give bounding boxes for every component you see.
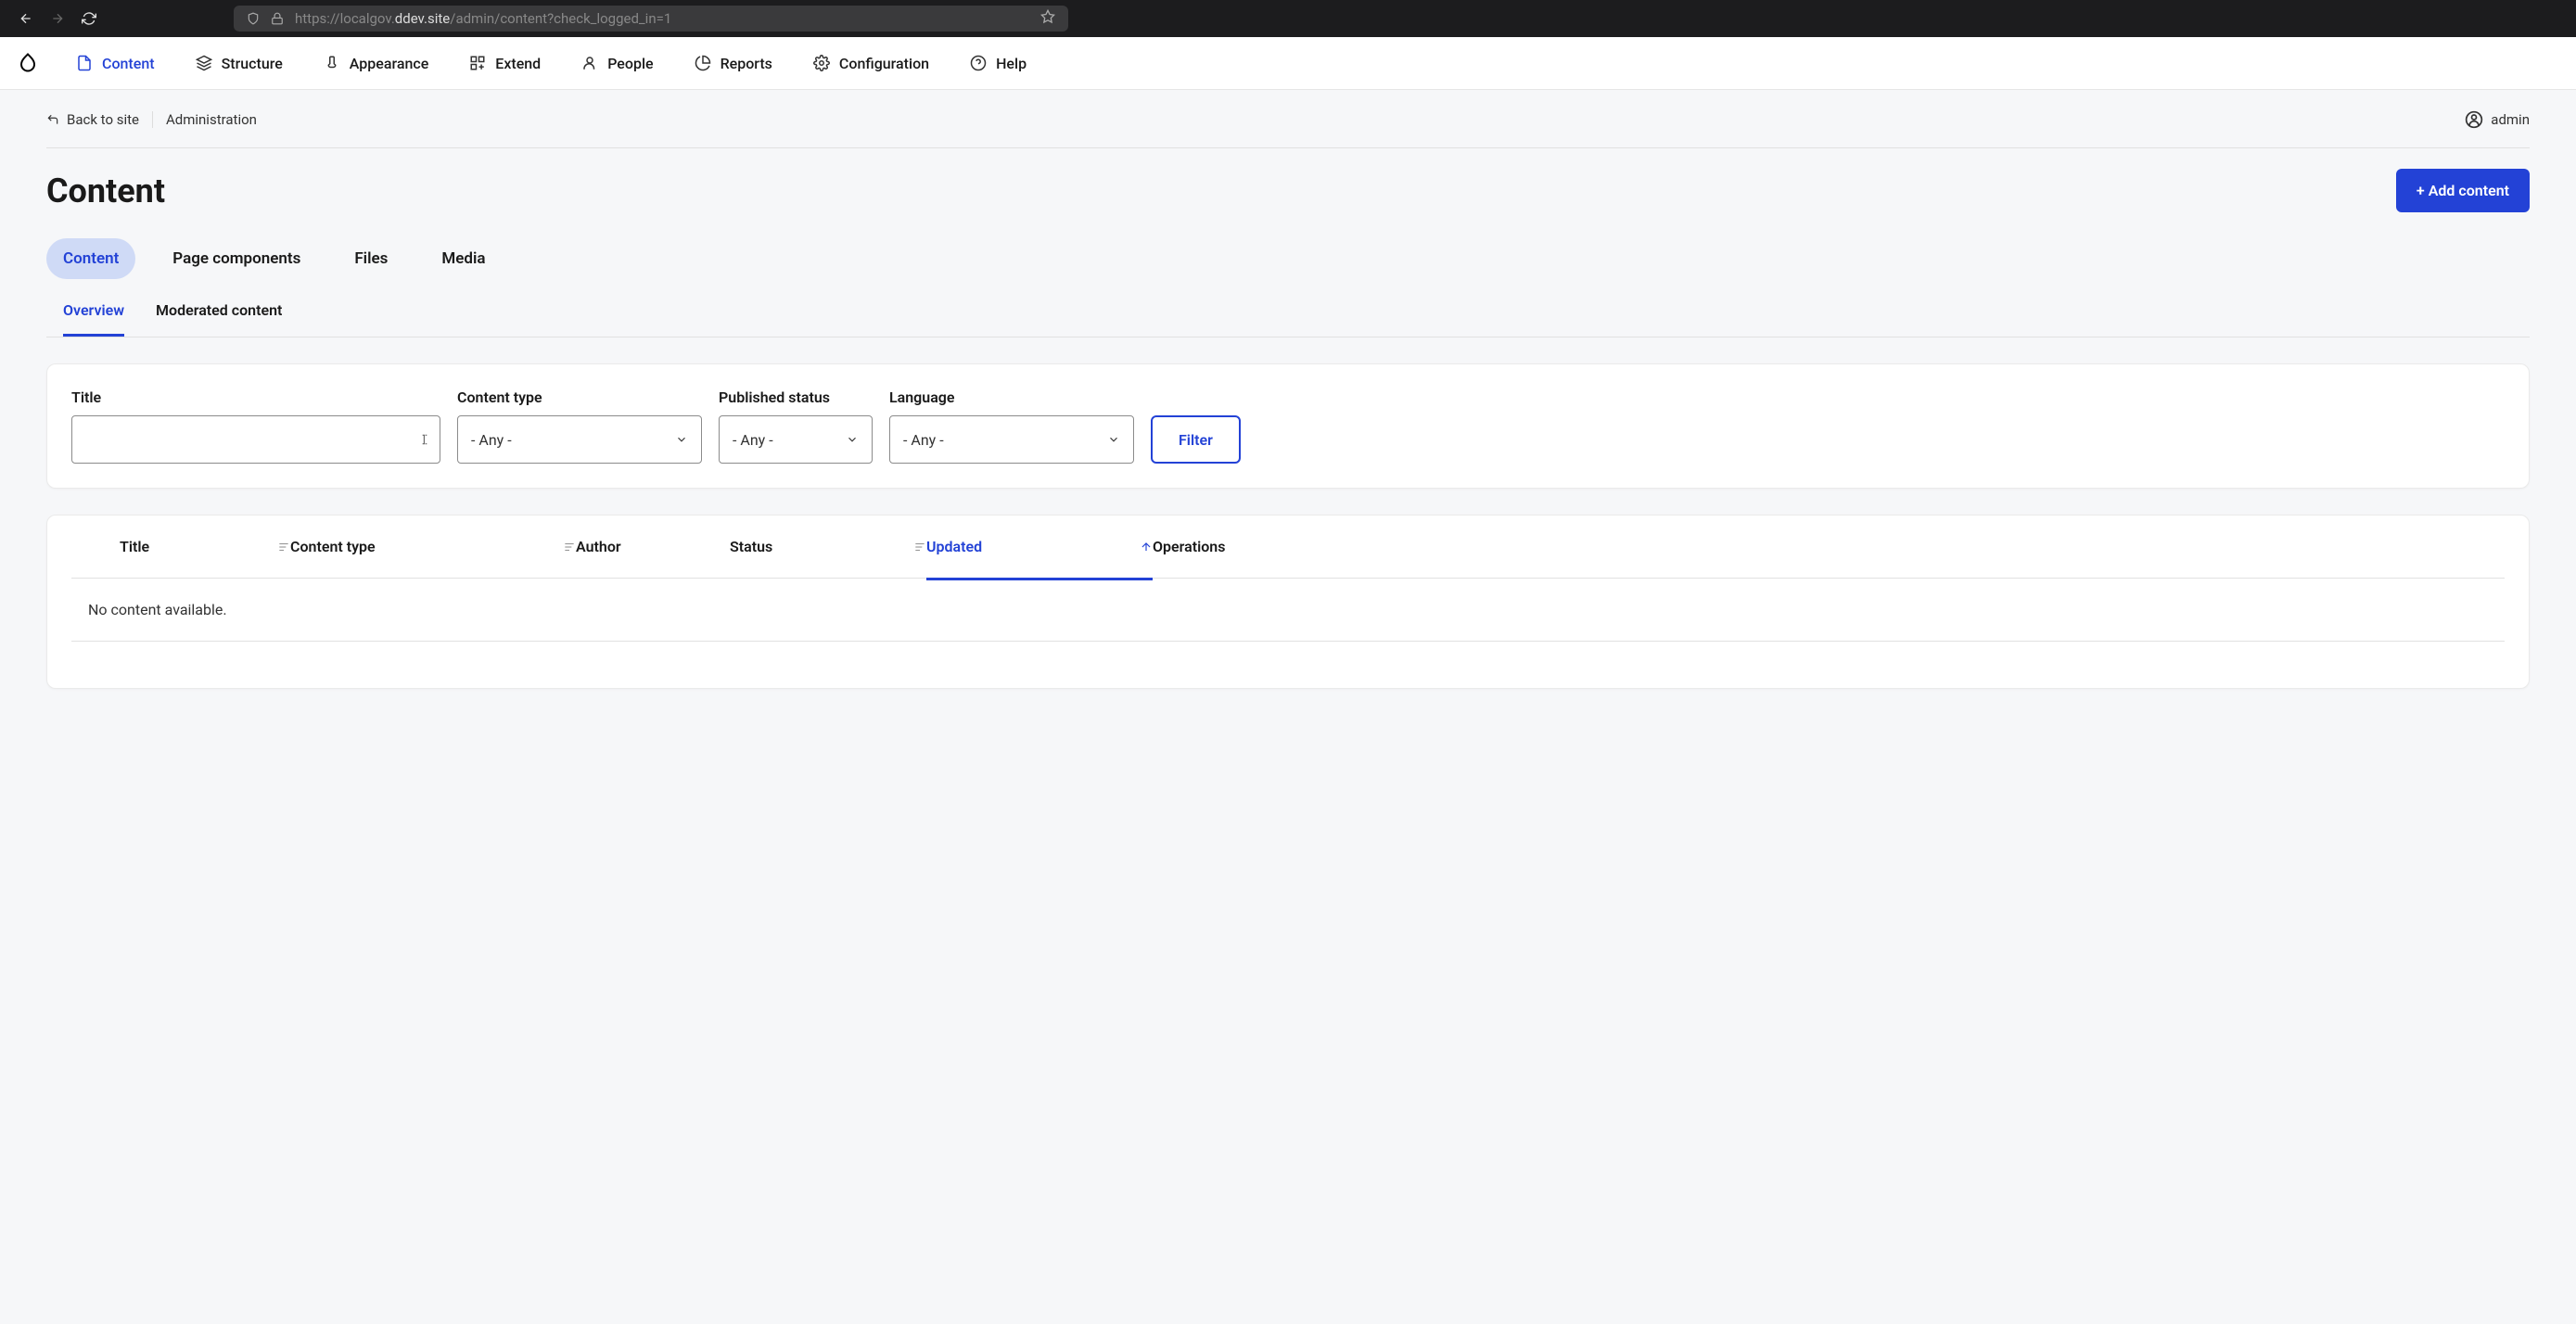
filter-card: Title Content type - Any - Published sta… (46, 363, 2530, 489)
nav-appearance-label: Appearance (350, 55, 428, 72)
sort-icon (913, 541, 926, 554)
filter-published-label: Published status (719, 388, 873, 406)
sort-icon (277, 541, 290, 554)
url-bar[interactable]: https://localgov.ddev.site/admin/content… (234, 6, 1068, 32)
tab-page-components[interactable]: Page components (156, 238, 317, 279)
lock-icon (271, 12, 284, 25)
grid-plus-icon (469, 55, 486, 71)
brush-icon (324, 55, 340, 71)
back-to-site-link[interactable]: Back to site (46, 111, 153, 128)
help-icon (970, 55, 987, 71)
page-title: Content (46, 172, 165, 210)
sort-icon (563, 541, 576, 554)
nav-configuration-label: Configuration (839, 55, 929, 72)
user-name: admin (2491, 111, 2530, 128)
filter-language-label: Language (889, 388, 1134, 406)
filter-published-value: - Any - (733, 431, 773, 449)
breadcrumb-admin[interactable]: Administration (166, 111, 257, 128)
nav-content-label: Content (102, 55, 155, 72)
file-icon (76, 55, 93, 71)
table-header-row: Title Content type Author Status Updated… (71, 516, 2505, 579)
tab-files[interactable]: Files (338, 238, 404, 279)
drupal-logo-icon[interactable] (17, 52, 39, 74)
secondary-tabs: Overview Moderated content (46, 279, 2530, 337)
filter-button[interactable]: Filter (1151, 415, 1241, 464)
chevron-down-icon (846, 433, 859, 446)
nav-extend[interactable]: Extend (469, 55, 541, 72)
chevron-down-icon (1107, 433, 1120, 446)
nav-appearance[interactable]: Appearance (324, 55, 428, 72)
filter-language-value: - Any - (903, 431, 944, 449)
filter-content-type-value: - Any - (471, 431, 512, 449)
nav-people-label: People (607, 55, 653, 72)
filter-language-select[interactable]: - Any - (889, 415, 1134, 464)
nav-configuration[interactable]: Configuration (813, 55, 929, 72)
browser-nav-buttons (19, 11, 96, 26)
nav-structure-label: Structure (222, 55, 283, 72)
browser-chrome: https://localgov.ddev.site/admin/content… (0, 0, 2576, 37)
back-icon[interactable] (19, 11, 33, 26)
primary-tabs: Content Page components Files Media (0, 212, 2576, 279)
empty-message: No content available. (71, 579, 2505, 642)
nav-reports[interactable]: Reports (695, 55, 772, 72)
arrow-up-icon (1140, 541, 1153, 554)
th-operations: Operations (1153, 538, 1245, 555)
filter-published-select[interactable]: - Any - (719, 415, 873, 464)
nav-content[interactable]: Content (76, 55, 155, 72)
filter-content-type-label: Content type (457, 388, 702, 406)
admin-toolbar: Content Structure Appearance Extend Peop… (0, 37, 2576, 90)
url-text: https://localgov.ddev.site/admin/content… (295, 10, 671, 27)
add-content-button[interactable]: + Add content (2396, 169, 2530, 212)
text-cursor-icon (418, 433, 431, 446)
nav-help-label: Help (996, 55, 1027, 72)
user-icon (581, 55, 598, 71)
filter-content-type-select[interactable]: - Any - (457, 415, 702, 464)
tab-media[interactable]: Media (425, 238, 502, 279)
pie-chart-icon (695, 55, 711, 71)
subtab-moderated[interactable]: Moderated content (156, 301, 282, 337)
th-content-type[interactable]: Content type (290, 538, 576, 555)
back-label: Back to site (67, 111, 139, 128)
content-table: Title Content type Author Status Updated… (46, 515, 2530, 689)
shield-icon (247, 12, 260, 25)
nav-reports-label: Reports (721, 55, 772, 72)
th-title[interactable]: Title (71, 538, 290, 555)
subtab-overview[interactable]: Overview (63, 301, 124, 337)
tab-content[interactable]: Content (46, 238, 135, 279)
nav-structure[interactable]: Structure (196, 55, 283, 72)
nav-extend-label: Extend (495, 55, 541, 72)
th-updated[interactable]: Updated (926, 538, 1153, 580)
return-icon (46, 113, 59, 126)
user-info[interactable]: admin (2465, 110, 2530, 129)
forward-icon[interactable] (50, 11, 65, 26)
breadcrumb-bar: Back to site Administration admin (46, 90, 2530, 148)
filter-title-input[interactable] (71, 415, 440, 464)
nav-people[interactable]: People (581, 55, 653, 72)
layers-icon (196, 55, 212, 71)
filter-title-label: Title (71, 388, 440, 406)
nav-help[interactable]: Help (970, 55, 1027, 72)
gear-icon (813, 55, 830, 71)
th-status[interactable]: Status (730, 538, 926, 555)
reload-icon[interactable] (82, 11, 96, 26)
user-avatar-icon (2465, 110, 2483, 129)
star-icon[interactable] (1040, 9, 1055, 24)
th-author[interactable]: Author (576, 538, 730, 555)
chevron-down-icon (675, 433, 688, 446)
